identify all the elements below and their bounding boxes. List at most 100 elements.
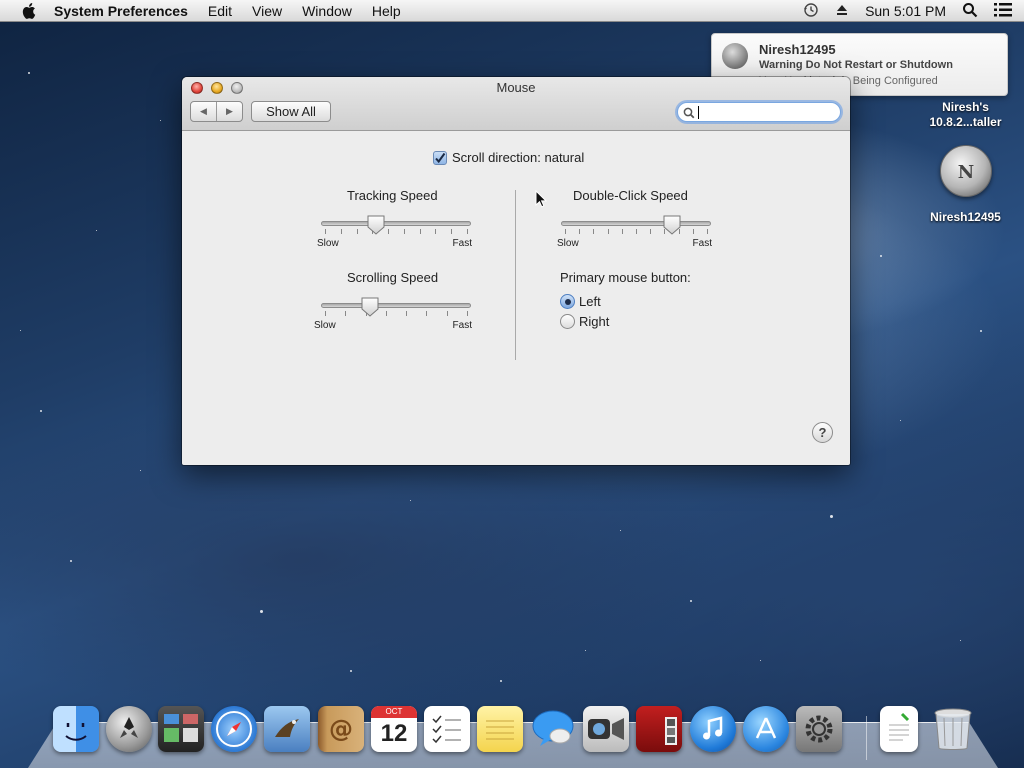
radio-right[interactable]: Right xyxy=(560,314,609,329)
slider-tick xyxy=(608,229,609,234)
menu-help[interactable]: Help xyxy=(372,3,401,19)
search-input[interactable] xyxy=(677,102,841,122)
slider-tick xyxy=(388,229,389,234)
mail-icon[interactable] xyxy=(264,706,310,752)
notification-subtitle: Warning Do Not Restart or Shutdown xyxy=(759,59,953,71)
menu-bar: System Preferences Edit View Window Help… xyxy=(0,0,1024,22)
apple-menu-icon[interactable] xyxy=(18,0,40,22)
slider-tick xyxy=(447,311,448,316)
disk-icon[interactable]: N xyxy=(940,145,992,197)
tracking-speed-slider[interactable]: Slow Fast xyxy=(317,215,472,249)
notification-title: Niresh12495 xyxy=(759,42,836,57)
disk-label[interactable]: Niresh12495 xyxy=(918,210,1013,224)
safari-icon[interactable] xyxy=(211,706,257,752)
scrolling-slow-label: Slow xyxy=(314,320,336,331)
launchpad-icon[interactable] xyxy=(106,706,152,752)
slider-track xyxy=(321,303,471,308)
reminders-icon[interactable] xyxy=(424,706,470,752)
slider-tick xyxy=(707,229,708,234)
slider-tick xyxy=(650,229,651,234)
calendar-day: 12 xyxy=(380,720,408,747)
menu-edit[interactable]: Edit xyxy=(208,3,232,19)
tracking-slow-label: Slow xyxy=(317,238,339,249)
slider-tick xyxy=(451,229,452,234)
disk-letter: N xyxy=(958,162,974,183)
facetime-icon[interactable] xyxy=(583,706,629,752)
slider-ticks xyxy=(561,229,711,235)
notification-app-icon xyxy=(722,43,748,69)
trash-icon[interactable] xyxy=(930,706,976,752)
slider-ticks xyxy=(321,229,471,235)
menu-view[interactable]: View xyxy=(252,3,282,19)
forward-arrow-icon[interactable]: ▶ xyxy=(217,102,242,121)
app-store-icon[interactable] xyxy=(743,706,789,752)
search-icon xyxy=(683,106,695,124)
back-arrow-icon[interactable]: ◀ xyxy=(191,102,217,121)
mission-control-icon[interactable] xyxy=(158,706,204,752)
slider-knob[interactable] xyxy=(367,215,385,235)
menu-window[interactable]: Window xyxy=(302,3,352,19)
slider-tick xyxy=(357,229,358,234)
tracking-fast-label: Fast xyxy=(452,238,472,249)
mouse-preferences-window: Mouse ◀ ▶ Show All Scroll direction: nat… xyxy=(182,77,850,465)
slider-tick xyxy=(435,229,436,234)
window-toolbar: Mouse ◀ ▶ Show All xyxy=(182,77,850,131)
text-caret xyxy=(698,106,699,119)
double-click-fast-label: Fast xyxy=(692,238,712,249)
installer-label-line2: 10.8.2...taller xyxy=(929,115,1002,129)
radio-left[interactable]: Left xyxy=(560,294,601,309)
installer-desktop-label[interactable]: Niresh's 10.8.2...taller xyxy=(918,100,1013,130)
tracking-speed-label: Tracking Speed xyxy=(347,188,438,203)
slider-tick xyxy=(325,229,326,234)
dock-separator xyxy=(866,716,867,760)
finder-icon[interactable] xyxy=(53,706,99,752)
itunes-icon[interactable] xyxy=(690,706,736,752)
slider-ticks xyxy=(321,311,471,317)
notification-center-icon[interactable] xyxy=(994,2,1012,20)
radio-right-label: Right xyxy=(579,314,610,329)
slider-knob[interactable] xyxy=(361,297,379,317)
time-machine-icon[interactable] xyxy=(803,2,819,21)
notes-icon[interactable] xyxy=(477,706,523,752)
messages-icon[interactable] xyxy=(530,706,576,752)
slider-knob[interactable] xyxy=(663,215,681,235)
window-title: Mouse xyxy=(496,80,536,95)
nav-segmented-control: ◀ ▶ xyxy=(190,101,243,122)
scrolling-speed-label: Scrolling Speed xyxy=(347,270,439,285)
slider-tick xyxy=(636,229,637,234)
slider-track xyxy=(561,221,711,226)
slider-tick xyxy=(467,229,468,234)
slider-tick xyxy=(386,311,387,316)
slider-tick xyxy=(426,311,427,316)
radio-left-label: Left xyxy=(579,294,601,309)
slider-tick xyxy=(593,229,594,234)
document-icon[interactable] xyxy=(880,706,918,752)
help-button[interactable]: ? xyxy=(812,422,833,443)
slider-tick xyxy=(325,311,326,316)
slider-tick xyxy=(622,229,623,234)
menu-app-name[interactable]: System Preferences xyxy=(54,3,188,19)
eject-icon[interactable] xyxy=(835,3,849,20)
slider-tick xyxy=(693,229,694,234)
mouse-cursor-icon xyxy=(535,190,547,208)
photo-booth-icon[interactable] xyxy=(636,706,682,752)
double-click-slow-label: Slow xyxy=(557,238,579,249)
calendar-icon[interactable]: OCT 12 xyxy=(371,706,417,752)
slider-tick xyxy=(341,229,342,234)
radio-right-indicator xyxy=(560,314,575,329)
installer-label-line1: Niresh's xyxy=(942,100,989,114)
radio-left-indicator xyxy=(560,294,575,309)
menu-clock[interactable]: Sun 5:01 PM xyxy=(865,3,946,19)
show-all-button[interactable]: Show All xyxy=(251,101,331,122)
contacts-icon[interactable]: @ xyxy=(318,706,364,752)
slider-tick xyxy=(406,311,407,316)
slider-tick xyxy=(467,311,468,316)
double-click-speed-label: Double-Click Speed xyxy=(573,188,688,203)
scrolling-speed-slider[interactable]: Slow Fast xyxy=(314,297,472,331)
calendar-month: OCT xyxy=(371,706,417,718)
scroll-direction-checkbox[interactable]: Scroll direction: natural xyxy=(433,150,584,165)
double-click-speed-slider[interactable]: Slow Fast xyxy=(557,215,712,249)
system-preferences-icon[interactable] xyxy=(796,706,842,752)
spotlight-icon[interactable] xyxy=(962,2,978,21)
slider-track xyxy=(321,221,471,226)
